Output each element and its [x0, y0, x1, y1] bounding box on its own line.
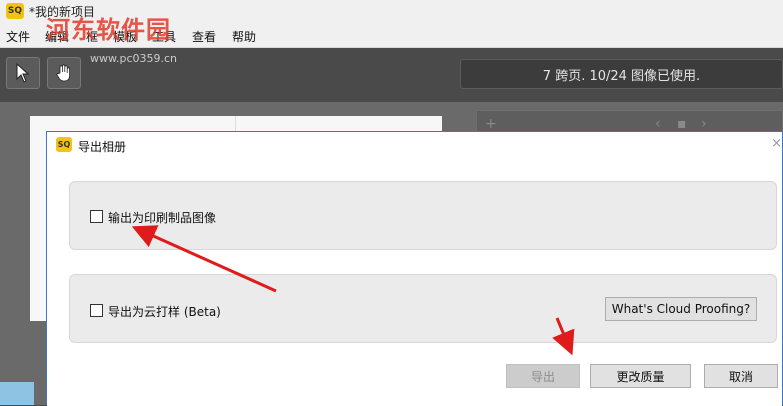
cloud-option-group: 导出为云打样 (Beta) What's Cloud Proofing?: [69, 274, 777, 343]
print-option-group: 输出为印刷制品图像: [69, 181, 777, 250]
hand-pan-icon: [56, 64, 70, 82]
export-album-dialog: SQ 导出相册 × 输出为印刷制品图像 导出为云打样 (Beta) What's…: [46, 131, 783, 406]
status-panel: 7 跨页. 10/24 图像已使用.: [460, 59, 783, 89]
chevron-right-icon[interactable]: ›: [701, 116, 707, 132]
print-image-label[interactable]: 输出为印刷制品图像: [108, 209, 216, 226]
dialog-body: 输出为印刷制品图像 导出为云打样 (Beta) What's Cloud Pro…: [47, 158, 782, 406]
cloud-proofing-checkbox[interactable]: [90, 304, 103, 317]
close-icon[interactable]: ×: [771, 136, 782, 151]
dialog-title: 导出相册: [78, 140, 127, 154]
watermark-url: www.pc0359.cn: [90, 52, 178, 65]
menu-help[interactable]: 帮助: [232, 28, 256, 45]
app-logo-icon: SQ: [56, 137, 72, 152]
change-quality-button[interactable]: 更改质量: [590, 364, 691, 388]
watermark-logo: 河东软件园: [46, 15, 171, 44]
cancel-button[interactable]: 取消: [704, 364, 778, 388]
photo-thumbnail[interactable]: [0, 382, 34, 405]
print-image-checkbox[interactable]: [90, 210, 103, 223]
grid-view-icon[interactable]: ▪: [677, 116, 687, 132]
menu-view[interactable]: 查看: [192, 28, 216, 45]
select-tool-button[interactable]: [6, 57, 40, 89]
menu-file[interactable]: 文件: [6, 28, 30, 45]
whats-cloud-proofing-button[interactable]: What's Cloud Proofing?: [605, 297, 757, 321]
dialog-titlebar: SQ 导出相册 ×: [47, 132, 782, 158]
export-button[interactable]: 导出: [506, 364, 580, 388]
cloud-proofing-label[interactable]: 导出为云打样 (Beta): [108, 303, 221, 320]
hand-tool-button[interactable]: [47, 57, 81, 89]
chevron-left-icon[interactable]: ‹: [655, 116, 661, 132]
app-logo-icon: SQ: [6, 3, 24, 19]
cursor-arrow-icon: [16, 63, 30, 83]
add-icon[interactable]: +: [485, 116, 497, 132]
